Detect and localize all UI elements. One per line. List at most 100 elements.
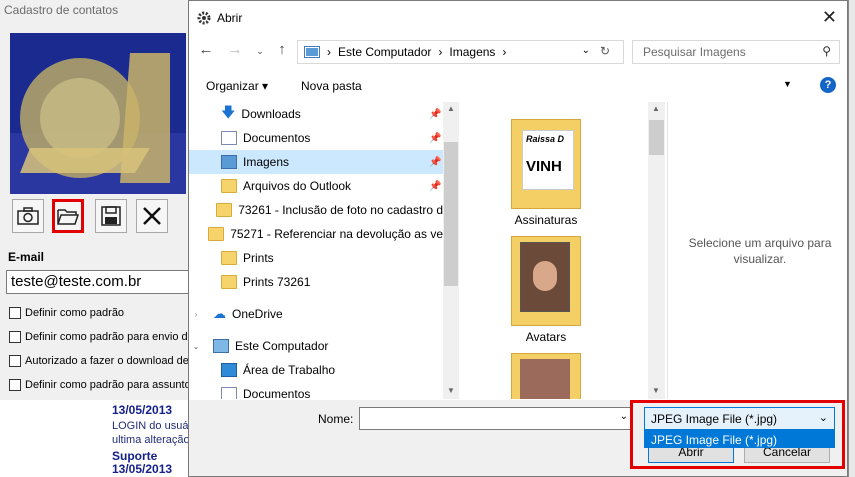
file-item-avatars[interactable]: Avatars	[476, 236, 616, 344]
checkbox-download[interactable]: Autorizado a fazer o download de	[9, 354, 189, 368]
nav-item-downloads[interactable]: 🡇 Downloads 📌	[189, 102, 443, 126]
history-date: 13/05/2013	[112, 403, 173, 417]
nav-item-label: 73261 - Inclusão de foto no cadastro d	[238, 203, 443, 217]
file-label: Avatars	[525, 330, 567, 344]
open-folder-button[interactable]	[52, 199, 84, 233]
folder-thumbnail: Raissa D VINH	[511, 119, 581, 209]
address-bar[interactable]: › Este Computador › Imagens › ⌄ ↻	[297, 40, 624, 64]
nav-item-pictures[interactable]: Imagens 📌	[189, 150, 443, 174]
floppy-icon	[101, 206, 121, 226]
nav-item-folder[interactable]: 73261 - Inclusão de foto no cadastro d	[189, 198, 443, 222]
back-arrow-icon[interactable]: ←	[197, 41, 215, 58]
document-icon	[221, 131, 237, 145]
nav-item-prints[interactable]: Prints	[189, 246, 443, 270]
scroll-down-icon[interactable]: ▼	[447, 386, 455, 395]
checkbox-box[interactable]	[9, 379, 21, 391]
nav-item-label: Documentos	[243, 387, 311, 399]
folder-icon	[216, 203, 233, 217]
nav-item-this-pc[interactable]: ⌄ Este Computador	[189, 334, 443, 358]
nav-item-documents-pc[interactable]: Documentos	[189, 382, 443, 399]
scrollbar-thumb[interactable]	[649, 120, 664, 155]
checkbox-box[interactable]	[9, 307, 21, 319]
desktop-icon	[221, 363, 237, 377]
checkbox-label: Definir como padrão	[25, 307, 125, 319]
file-scrollbar[interactable]: ▲ ▼	[648, 102, 665, 399]
forward-arrow-icon[interactable]: →	[226, 41, 244, 58]
search-input[interactable]: Pesquisar Imagens ⚲	[632, 40, 840, 64]
nav-item-documents[interactable]: Documentos 📌	[189, 126, 443, 150]
gear-icon	[197, 11, 211, 25]
checkbox-label: Definir como padrão para assunto	[25, 379, 189, 391]
checkbox-box[interactable]	[9, 331, 21, 343]
checkbox-subject[interactable]: Definir como padrão para assunto	[9, 378, 189, 392]
folder-icon	[221, 275, 237, 289]
nav-item-prints-73261[interactable]: Prints 73261	[189, 270, 443, 294]
nav-item-label: Arquivos do Outlook	[243, 179, 352, 193]
recent-dropdown-icon[interactable]: ⌄	[251, 46, 269, 57]
collapse-icon[interactable]: ⌄	[189, 342, 203, 351]
history-panel: 13/05/2013 LOGIN do usuá ultima alteraçã…	[0, 400, 190, 477]
nav-item-label: 75271 - Referenciar na devolução as ve	[230, 227, 443, 241]
search-icon: ⚲	[822, 44, 831, 58]
scroll-down-icon[interactable]: ▼	[652, 386, 660, 395]
cloud-icon: ☁	[213, 306, 226, 321]
email-field[interactable]: teste@teste.com.br	[6, 270, 196, 294]
nav-item-folder[interactable]: 75271 - Referenciar na devolução as ve	[189, 222, 443, 246]
history-author: Suporte	[112, 449, 158, 463]
scroll-up-icon[interactable]: ▲	[447, 104, 455, 113]
navigation-bar: ← → ⌄ ↑ › Este Computador › Imagens › ⌄ …	[189, 36, 847, 68]
nav-item-label: Documentos	[243, 131, 311, 145]
file-item-assinaturas[interactable]: Raissa D VINH Assinaturas	[476, 119, 616, 227]
breadcrumb-pictures[interactable]: Imagens	[449, 45, 495, 59]
background-window-edge	[848, 0, 855, 477]
contact-photo	[10, 33, 186, 194]
nav-item-label: Este Computador	[235, 339, 329, 353]
refresh-icon[interactable]: ↻	[600, 44, 610, 58]
checkbox-box[interactable]	[9, 355, 21, 367]
close-icon[interactable]: ✕	[822, 7, 837, 28]
folder-icon	[221, 179, 237, 193]
scrollbar-thumb[interactable]	[444, 142, 458, 286]
nav-item-onedrive[interactable]: › ☁ OneDrive	[189, 302, 443, 326]
download-icon: 🡇	[221, 104, 236, 120]
delete-button[interactable]	[136, 199, 168, 233]
checkbox-default[interactable]: Definir como padrão	[9, 306, 189, 320]
navigation-pane: 🡇 Downloads 📌 Documentos 📌 Imagens 📌 Arq…	[189, 102, 443, 399]
computer-icon	[213, 339, 229, 353]
file-name-field[interactable]: ⌄	[359, 407, 633, 430]
breadcrumb-computer[interactable]: Este Computador	[338, 45, 431, 59]
search-placeholder: Pesquisar Imagens	[643, 45, 746, 59]
up-arrow-icon[interactable]: ↑	[273, 41, 291, 58]
expand-icon[interactable]: ›	[189, 310, 203, 319]
preview-message: Selecione um arquivo para visualizar.	[688, 236, 832, 266]
help-icon[interactable]: ?	[820, 77, 836, 93]
window-title: Cadastro de contatos	[4, 3, 119, 17]
checkbox-default-send[interactable]: Definir como padrão para envio de	[9, 330, 189, 344]
chevron-right-icon: ›	[327, 45, 331, 59]
chevron-right-icon: ›	[502, 45, 507, 59]
nav-item-desktop[interactable]: Área de Trabalho	[189, 358, 443, 382]
nav-item-label: Prints	[243, 251, 274, 265]
contacts-window: Cadastro de contatos E-mail teste@teste.…	[0, 0, 196, 400]
chevron-right-icon: ›	[438, 45, 443, 59]
new-folder-button[interactable]: Nova pasta	[301, 79, 362, 93]
chevron-down-icon[interactable]: ⌄	[582, 45, 590, 56]
camera-button[interactable]	[12, 199, 44, 233]
chevron-down-icon[interactable]: ⌄	[620, 411, 628, 422]
pin-icon: 📌	[429, 132, 442, 144]
view-dropdown-icon[interactable]: ▼	[783, 79, 792, 89]
nav-item-label: Prints 73261	[243, 275, 311, 289]
document-icon	[221, 387, 237, 399]
folder-icon	[208, 227, 225, 241]
nav-scrollbar[interactable]: ▲ ▼	[443, 102, 459, 399]
open-file-dialog: Abrir ✕ ← → ⌄ ↑ › Este Computador › Imag…	[188, 0, 848, 477]
history-date: 13/05/2013	[112, 462, 173, 476]
save-button[interactable]	[95, 199, 127, 233]
scroll-up-icon[interactable]: ▲	[652, 104, 660, 113]
close-icon	[143, 207, 161, 225]
file-item-folder[interactable]	[476, 353, 616, 399]
organize-button[interactable]: Organizar ▾	[206, 79, 268, 93]
nav-item-outlook[interactable]: Arquivos do Outlook 📌	[189, 174, 443, 198]
history-text: LOGIN do usuá	[112, 420, 189, 432]
dialog-footer: Nome: ⌄ Abrir Cancelar JPEG Image File (…	[189, 400, 847, 476]
